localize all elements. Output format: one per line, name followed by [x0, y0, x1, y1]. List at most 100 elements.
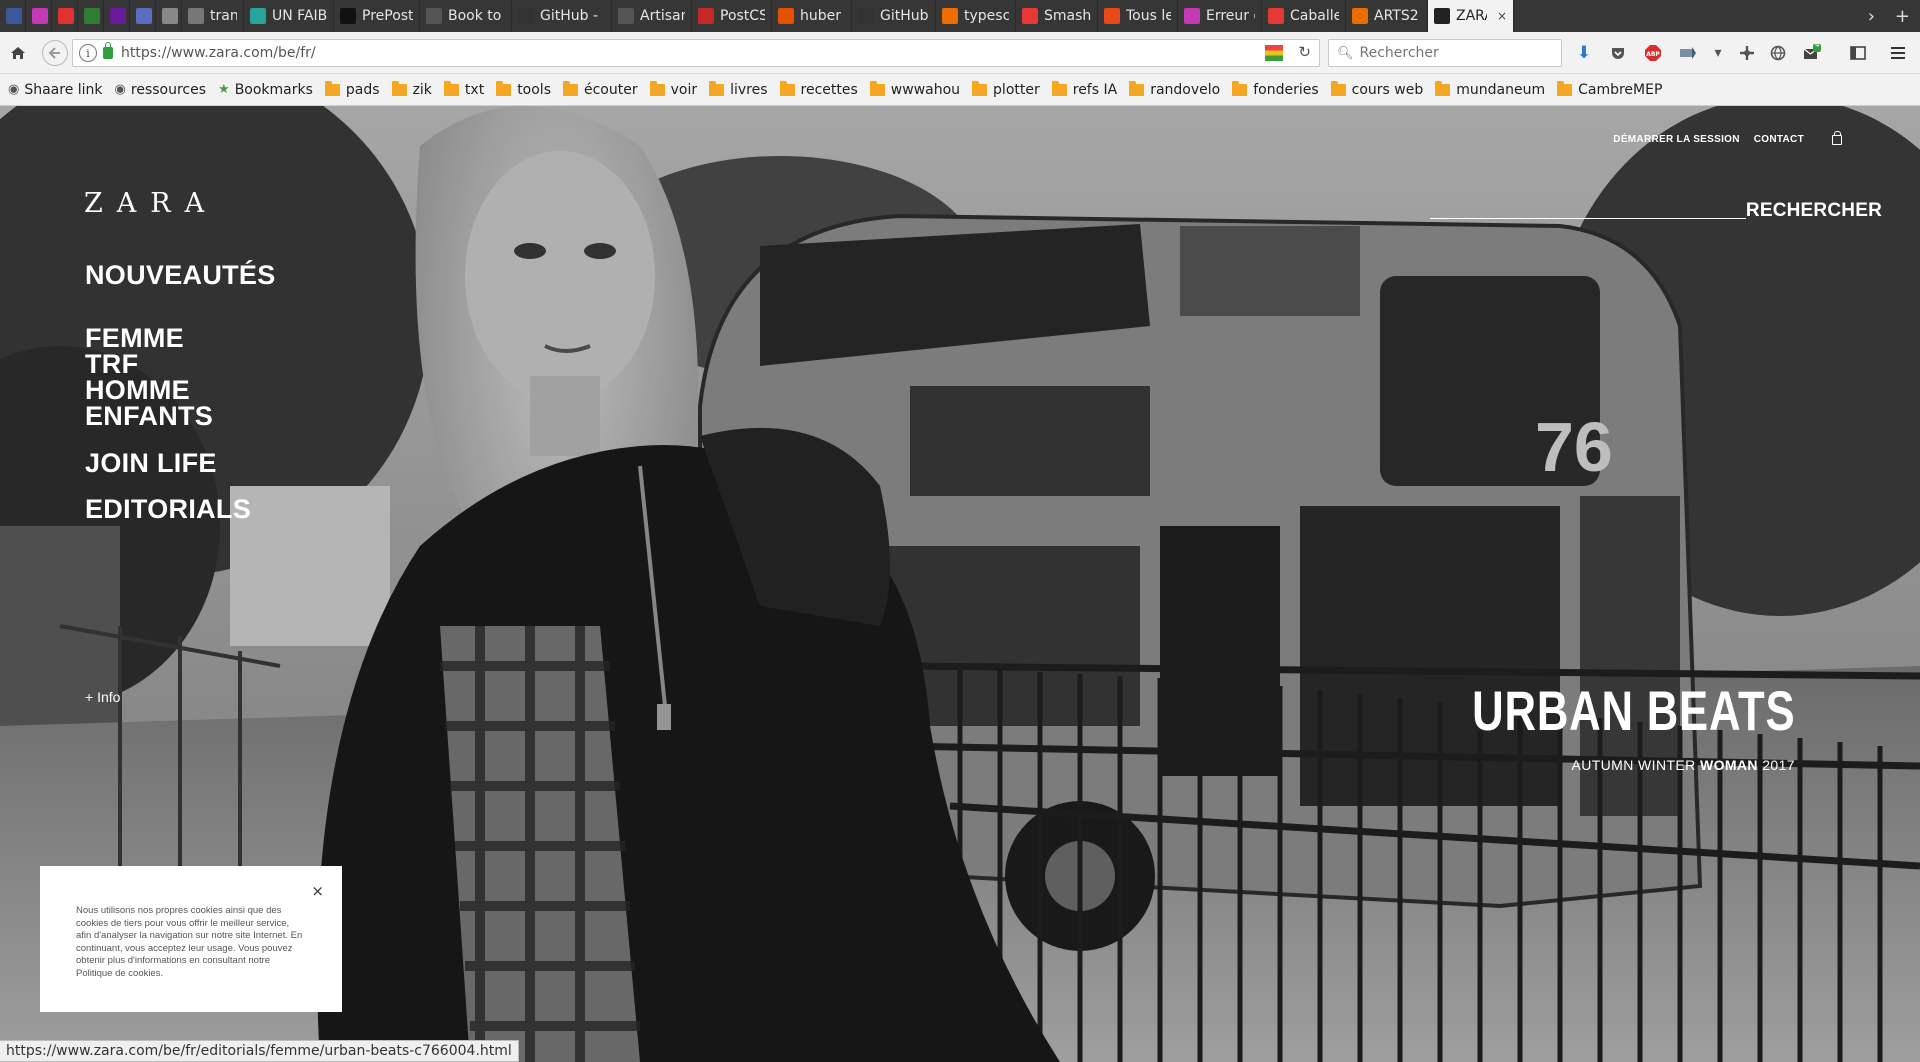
- adblock-icon[interactable]: ABP: [1641, 41, 1665, 65]
- browser-tab[interactable]: Tous les: [1098, 0, 1178, 32]
- folder-icon: [1129, 80, 1145, 96]
- browser-tab[interactable]: typescri: [936, 0, 1016, 32]
- browser-tab[interactable]: [78, 0, 104, 32]
- browser-search-input[interactable]: [1359, 45, 1550, 61]
- browser-tab[interactable]: huber sa: [772, 0, 852, 32]
- bookmark-item[interactable]: tools: [496, 80, 551, 98]
- campaign-title[interactable]: URBAN BEATS: [1472, 683, 1795, 739]
- browser-tab[interactable]: Artisan — D: [612, 0, 692, 32]
- extension-icon[interactable]: [1676, 41, 1700, 65]
- home-button[interactable]: [6, 41, 30, 65]
- tab-label: Book to: [448, 8, 502, 24]
- zara-logo[interactable]: ZARA: [84, 188, 218, 219]
- browser-tab[interactable]: [156, 0, 182, 32]
- mail-badge-icon[interactable]: 4: [1800, 41, 1824, 65]
- browser-tab[interactable]: [104, 0, 130, 32]
- browser-tab[interactable]: [130, 0, 156, 32]
- bookmark-icon: ◉: [114, 82, 126, 97]
- browser-search-bar[interactable]: 🔍︎: [1328, 39, 1562, 67]
- bookmark-label: pads: [345, 81, 380, 98]
- tab-manager-icon[interactable]: [1735, 41, 1759, 65]
- pocket-icon[interactable]: [1606, 41, 1630, 65]
- bookmark-label: tools: [517, 81, 551, 98]
- browser-tab[interactable]: Erreur d: [1178, 0, 1262, 32]
- hamburger-menu-icon[interactable]: [1886, 41, 1910, 65]
- bookmark-item[interactable]: recettes: [779, 80, 858, 98]
- campaign-banner[interactable]: URBAN BEATS AUTUMN WINTER WOMAN 2017: [1381, 683, 1795, 774]
- globe-icon[interactable]: [1766, 41, 1790, 65]
- browser-tab[interactable]: [52, 0, 78, 32]
- browser-tab[interactable]: PrePost: [334, 0, 420, 32]
- bookmark-label: zik: [412, 81, 432, 98]
- url-bar[interactable]: i https://www.zara.com/be/fr/ ↻: [72, 39, 1320, 67]
- browser-tab[interactable]: ZARA ×: [1428, 0, 1514, 32]
- menu-item-join-life[interactable]: JOIN LIFE: [85, 448, 217, 479]
- reload-icon[interactable]: ↻: [1298, 43, 1311, 61]
- search-underline[interactable]: [1430, 218, 1746, 219]
- bookmark-item[interactable]: voir: [649, 80, 697, 98]
- tab-bar: tranet UN FAIB PrePost Book to GitHub - Artis…: [0, 0, 1920, 32]
- bookmark-item[interactable]: plotter: [972, 80, 1040, 98]
- bookmark-item[interactable]: wwwahou: [869, 80, 960, 98]
- favicon-icon: [1184, 8, 1200, 24]
- menu-item-nouveautes[interactable]: NOUVEAUTÉS: [85, 260, 276, 291]
- bookmark-label: CambreMEP: [1578, 81, 1663, 98]
- browser-tab[interactable]: GitHub -: [512, 0, 612, 32]
- close-icon[interactable]: ×: [311, 882, 324, 900]
- bookmark-item[interactable]: ◉ ressources: [115, 82, 206, 98]
- bookmark-item[interactable]: cours web: [1330, 80, 1424, 98]
- tab-scroll-right-button[interactable]: ›: [1858, 6, 1885, 27]
- url-text[interactable]: https://www.zara.com/be/fr/: [121, 45, 316, 61]
- info-icon[interactable]: i: [79, 44, 97, 62]
- favicon-icon: [942, 8, 958, 24]
- bookmark-item[interactable]: fonderies: [1232, 80, 1319, 98]
- folder-icon: [443, 80, 459, 96]
- contact-link[interactable]: CONTACT: [1754, 134, 1804, 145]
- search-label[interactable]: RECHERCHER: [1746, 200, 1882, 222]
- back-button[interactable]: [42, 40, 68, 66]
- favicon-icon: [84, 8, 100, 24]
- browser-tab[interactable]: Smashin: [1016, 0, 1098, 32]
- bookmark-item[interactable]: refs IA: [1051, 80, 1117, 98]
- chevron-down-icon[interactable]: ▾: [1706, 41, 1730, 65]
- browser-tab[interactable]: tranet: [182, 0, 244, 32]
- bookmark-item[interactable]: randovelo: [1129, 80, 1221, 98]
- favicon-icon: [518, 8, 534, 24]
- browser-tab[interactable]: [26, 0, 52, 32]
- tab-tools: › +: [1858, 0, 1920, 32]
- shopping-bag-icon[interactable]: [1832, 130, 1842, 145]
- info-link[interactable]: + Info: [85, 689, 120, 705]
- bookmark-item[interactable]: mundaneum: [1435, 80, 1546, 98]
- close-tab-icon[interactable]: ×: [1497, 9, 1507, 23]
- bookmark-label: randovelo: [1150, 81, 1221, 98]
- search-icon: 🔍︎: [1337, 45, 1354, 61]
- bookmark-label: cours web: [1351, 81, 1424, 98]
- menu-item-enfants[interactable]: ENFANTS: [85, 401, 213, 432]
- tabs-container: tranet UN FAIB PrePost Book to GitHub - Artis…: [0, 0, 1514, 32]
- bookmark-item[interactable]: ★ Bookmarks: [218, 82, 313, 98]
- bookmark-label: ressources: [130, 81, 207, 98]
- browser-tab[interactable]: PostCSS: [692, 0, 772, 32]
- browser-tab[interactable]: [0, 0, 26, 32]
- browser-tab[interactable]: GitHub -: [852, 0, 936, 32]
- bookmark-item[interactable]: zik: [391, 80, 432, 98]
- browser-tab[interactable]: Caballer: [1262, 0, 1346, 32]
- tab-label: UN FAIB: [272, 8, 327, 24]
- browser-tab[interactable]: ARTS2 -: [1346, 0, 1428, 32]
- bookmark-item[interactable]: CambreMEP: [1557, 80, 1663, 98]
- login-link[interactable]: DÉMARRER LA SESSION: [1613, 134, 1739, 145]
- bookmark-label: mundaneum: [1456, 81, 1546, 98]
- bookmark-item[interactable]: écouter: [563, 80, 638, 98]
- browser-tab[interactable]: Book to: [420, 0, 512, 32]
- bookmark-item[interactable]: livres: [709, 80, 768, 98]
- menu-item-editorials[interactable]: EDITORIALS: [85, 494, 251, 525]
- browser-tab[interactable]: UN FAIB: [244, 0, 334, 32]
- bookmark-item[interactable]: txt: [443, 80, 484, 98]
- bookmark-item[interactable]: ◉ Shaare link: [8, 82, 103, 98]
- sidebar-icon[interactable]: [1846, 41, 1870, 65]
- favicon-icon: [340, 8, 356, 24]
- reader-view-icon[interactable]: [1265, 45, 1283, 61]
- bookmark-item[interactable]: pads: [324, 80, 380, 98]
- download-icon[interactable]: ⬇: [1572, 41, 1596, 65]
- new-tab-button[interactable]: +: [1885, 6, 1920, 27]
